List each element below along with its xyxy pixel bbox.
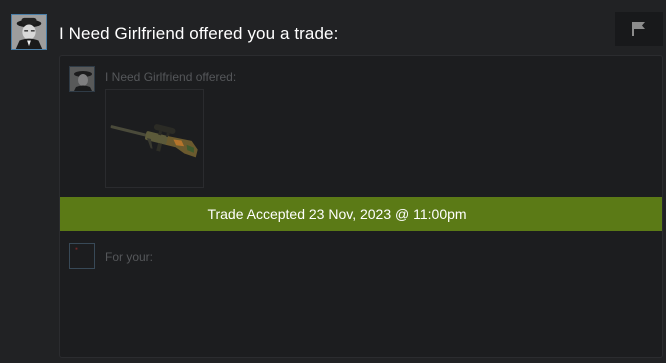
avatar-image-small: [70, 67, 94, 91]
offer-sender-avatar: [69, 66, 95, 92]
sender-avatar[interactable]: [11, 14, 47, 50]
for-label: For your:: [105, 250, 154, 264]
receiver-avatar: [69, 243, 95, 269]
trade-status-text: Trade Accepted 23 Nov, 2023 @ 11:00pm: [207, 206, 467, 222]
avatar-image: [12, 15, 46, 49]
trade-offer-panel: I Need Girlfriend offered: Trade Accepte…: [59, 55, 663, 358]
offer-label: I Need Girlfriend offered:: [105, 70, 237, 84]
trade-status-banner: Trade Accepted 23 Nov, 2023 @ 11:00pm: [60, 197, 662, 231]
offered-item-slot[interactable]: [105, 89, 204, 188]
trade-headline: I Need Girlfriend offered you a trade:: [59, 24, 339, 43]
report-flag-button[interactable]: [615, 12, 663, 46]
sniper-rifle-icon: [110, 123, 198, 157]
flag-icon: [632, 22, 645, 36]
avatar-placeholder-icon: [75, 247, 78, 250]
